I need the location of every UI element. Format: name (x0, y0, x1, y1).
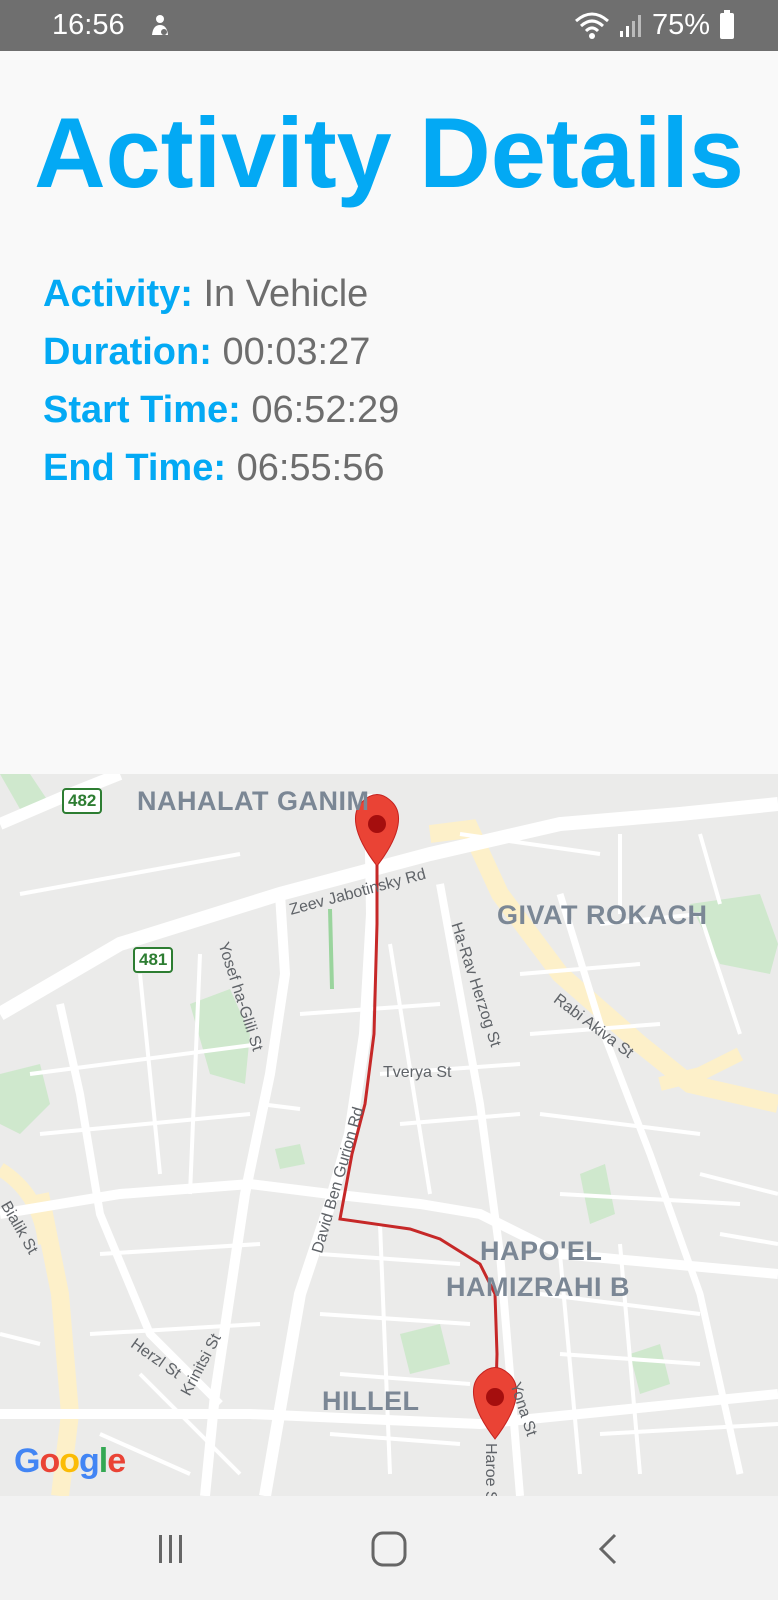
back-button[interactable] (578, 1524, 638, 1574)
route-shield-481: 481 (133, 947, 174, 973)
neighborhood-label: HAMIZRAHI B (446, 1272, 630, 1302)
detail-label: Start Time: (43, 389, 241, 431)
route-shield-482: 482 (62, 788, 103, 814)
route-map[interactable]: 482 481 NAHALAT GANIM GIVAT ROKACH HAPO'… (0, 774, 778, 1496)
neighborhood-label: HAPO'EL (480, 1236, 603, 1266)
street-label: Tverya St (383, 1064, 452, 1081)
detail-label: Activity: (43, 273, 193, 315)
neighborhood-label: NAHALAT GANIM (137, 786, 370, 816)
detail-start-time: Start Time: 06:52:29 (43, 381, 399, 439)
neighborhood-label: GIVAT ROKACH (497, 900, 708, 930)
home-icon (371, 1531, 407, 1567)
detail-label: End Time: (43, 447, 226, 489)
notification-icon (152, 15, 168, 35)
status-bar: 16:56 75% (0, 0, 778, 51)
recent-apps-button[interactable] (141, 1524, 201, 1574)
detail-value: 06:52:29 (251, 389, 400, 431)
battery-percent: 75% (651, 9, 710, 41)
status-time: 16:56 (52, 9, 125, 41)
google-logo: Google (14, 1442, 126, 1480)
activity-details: Activity: In Vehicle Duration: 00:03:27 … (43, 265, 399, 497)
back-icon (598, 1533, 617, 1565)
status-indicators: 75% (574, 9, 734, 42)
detail-value: 00:03:27 (222, 331, 371, 373)
page-title: Activity Details (34, 97, 744, 208)
navigation-bar (0, 1496, 778, 1600)
signal-icon (619, 14, 641, 37)
battery-icon (720, 9, 734, 39)
detail-value: In Vehicle (203, 273, 369, 315)
detail-duration: Duration: 00:03:27 (43, 323, 399, 381)
detail-label: Duration: (43, 331, 212, 373)
recent-apps-icon (159, 1535, 182, 1563)
detail-value: 06:55:56 (236, 447, 385, 489)
neighborhood-label: HILLEL (322, 1386, 420, 1416)
street-label: Haroe St (482, 1443, 499, 1496)
detail-activity: Activity: In Vehicle (43, 265, 399, 323)
home-button[interactable] (359, 1524, 419, 1574)
wifi-icon (574, 12, 609, 39)
detail-end-time: End Time: 06:55:56 (43, 439, 399, 497)
